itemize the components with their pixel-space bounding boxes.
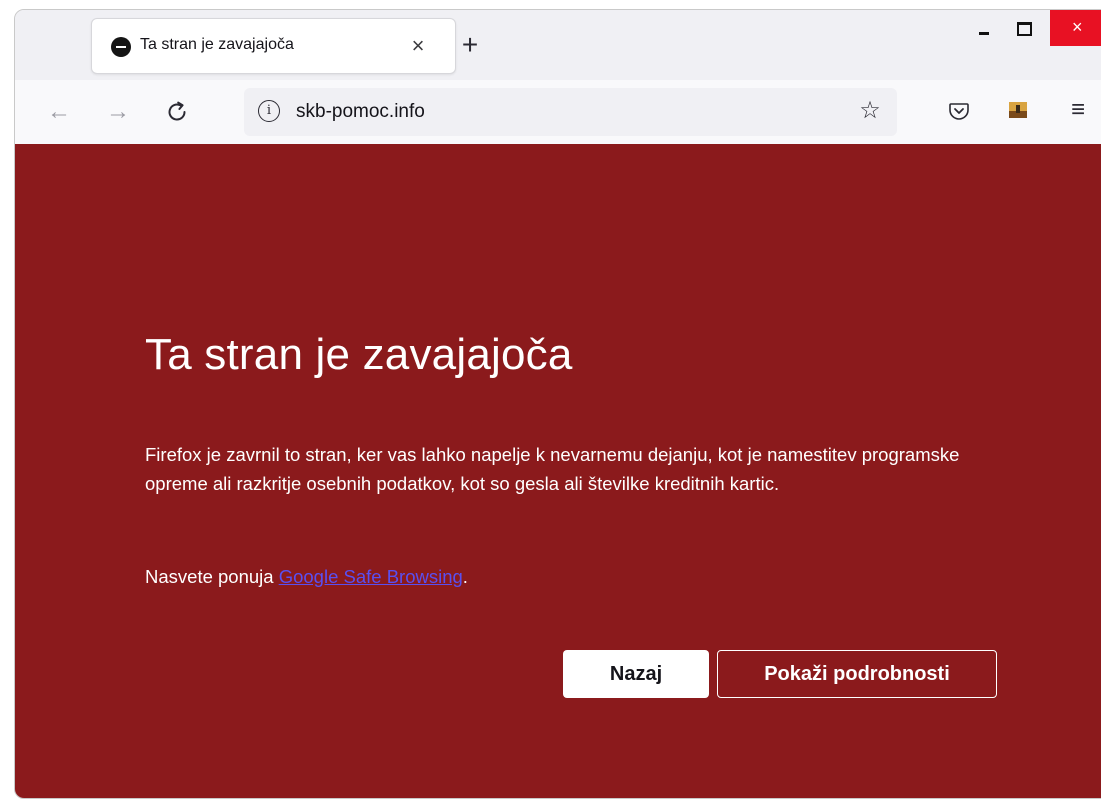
minimize-button[interactable] bbox=[970, 10, 998, 46]
back-arrow-icon[interactable]: ← bbox=[43, 96, 75, 128]
tab-title: Ta stran je zavajajoča bbox=[140, 36, 294, 53]
url-bar[interactable]: i skb-pomoc.info ☆ bbox=[244, 88, 897, 136]
maximize-button[interactable] bbox=[1009, 10, 1037, 46]
forward-arrow-icon[interactable]: → bbox=[102, 96, 134, 128]
advisory-prefix: Nasvete ponuja bbox=[145, 566, 279, 587]
hamburger-menu-icon[interactable]: ≡ bbox=[1064, 96, 1092, 124]
new-tab-button[interactable]: + bbox=[455, 30, 485, 60]
tab-close-button[interactable]: × bbox=[404, 32, 432, 60]
advisory-suffix: . bbox=[462, 566, 468, 587]
deceptive-site-warning: Ta stran je zavajajoča Firefox je zavrni… bbox=[15, 144, 1101, 798]
site-info-icon[interactable]: i bbox=[258, 100, 280, 122]
pocket-icon[interactable] bbox=[948, 100, 970, 122]
blocked-site-icon bbox=[111, 37, 131, 57]
warning-description: Firefox je zavrnil to stran, ker vas lah… bbox=[145, 444, 960, 494]
tab-active[interactable]: Ta stran je zavajajoča × bbox=[91, 18, 456, 74]
window-close-button[interactable]: × bbox=[1050, 10, 1101, 46]
reload-icon[interactable] bbox=[161, 96, 193, 128]
tab-bar: Ta stran je zavajajoča × + × bbox=[15, 10, 1101, 80]
warning-title: Ta stran je zavajajoča bbox=[145, 330, 573, 379]
advisory-source: Nasvete ponuja Google Safe Browsing. bbox=[145, 562, 468, 591]
go-back-button[interactable]: Nazaj bbox=[563, 650, 709, 698]
extension-icon[interactable] bbox=[1008, 100, 1028, 120]
google-safe-browsing-link[interactable]: Google Safe Browsing bbox=[279, 566, 463, 587]
browser-window: Ta stran je zavajajoča × + × ← → i skb-p… bbox=[14, 9, 1101, 799]
bookmark-star-icon[interactable]: ☆ bbox=[856, 97, 884, 125]
show-details-button[interactable]: Pokaži podrobnosti bbox=[717, 650, 997, 698]
navigation-toolbar: ← → i skb-pomoc.info ☆ ≡ bbox=[15, 80, 1101, 145]
url-text[interactable]: skb-pomoc.info bbox=[296, 101, 425, 123]
